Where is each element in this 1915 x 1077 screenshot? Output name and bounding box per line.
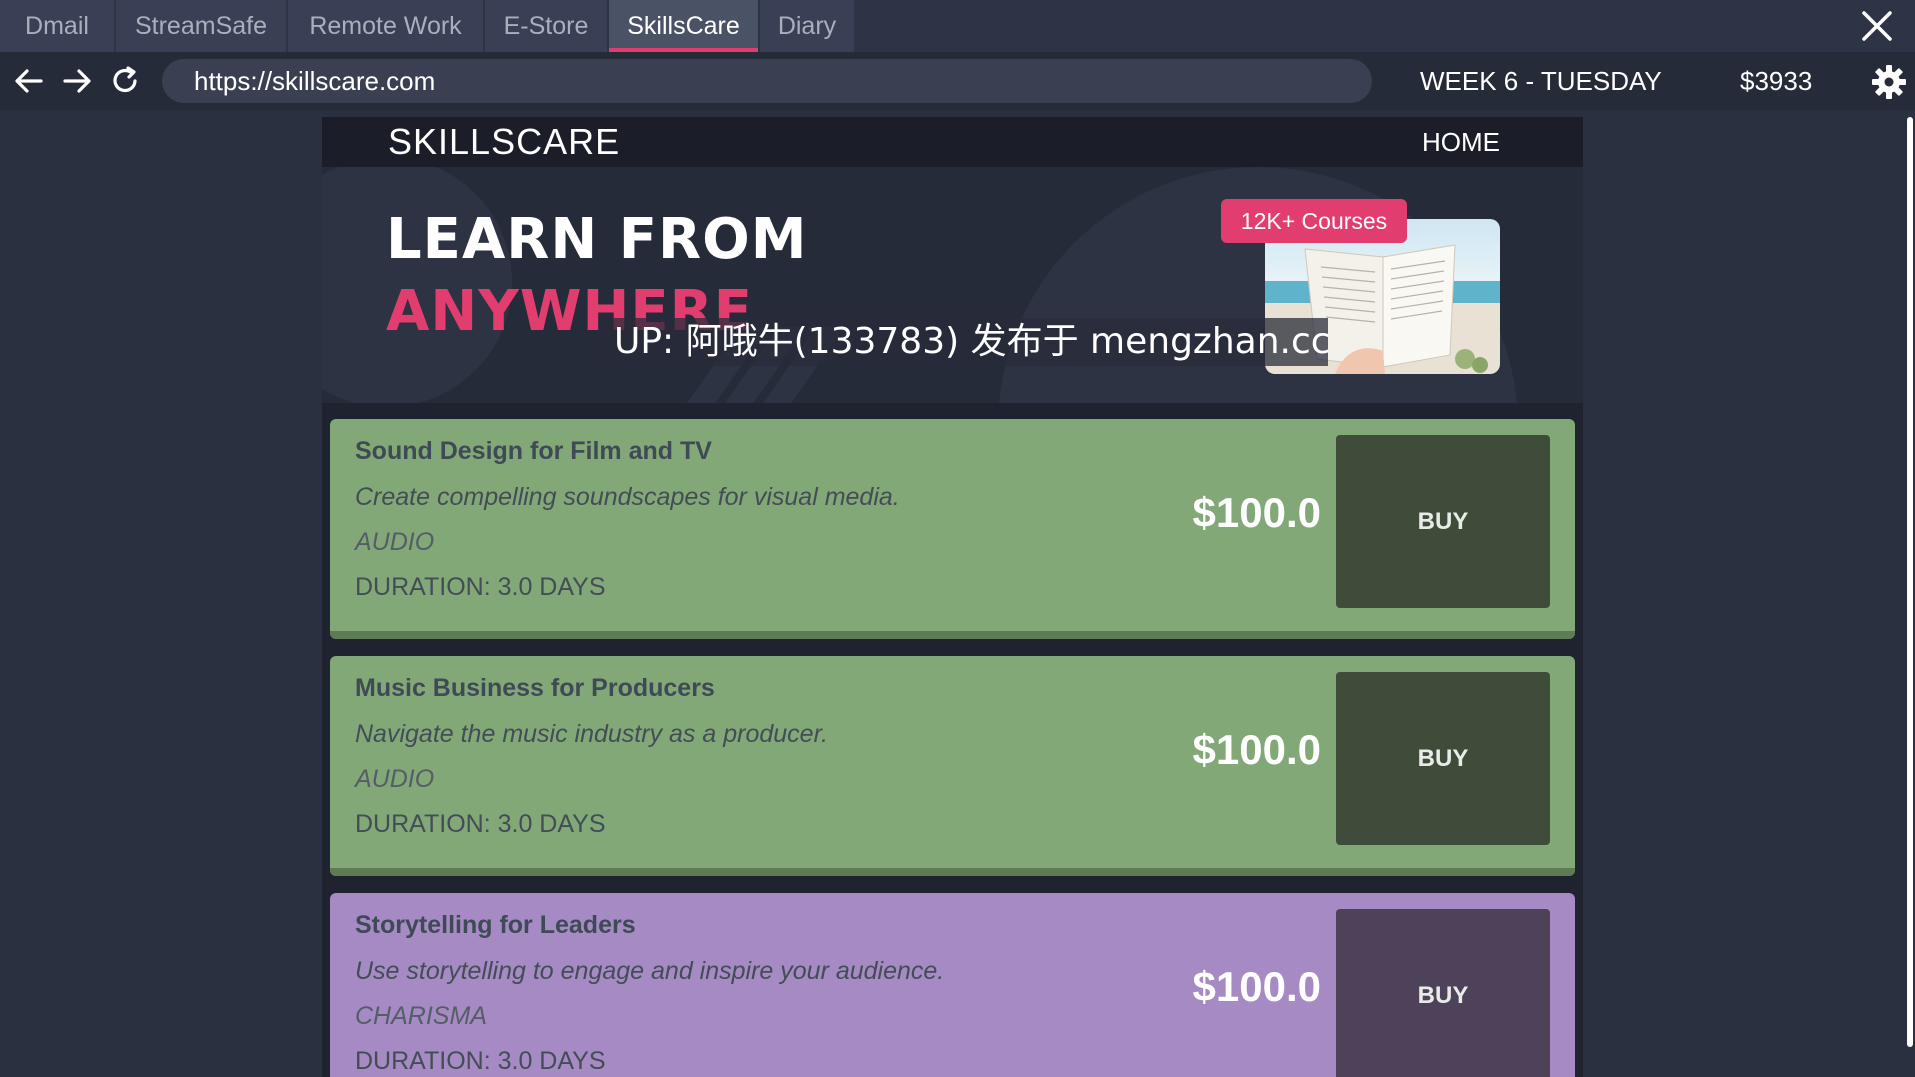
tab-bar: Dmail StreamSafe Remote Work E-Store Ski… xyxy=(0,0,1915,52)
close-icon xyxy=(1862,11,1892,41)
course-title: Storytelling for Leaders xyxy=(355,911,636,939)
url-bar[interactable]: https://skillscare.com xyxy=(162,59,1372,103)
scrollbar-thumb[interactable] xyxy=(1907,117,1913,1047)
tab-diary[interactable]: Diary xyxy=(760,0,856,52)
buy-button[interactable]: BUY xyxy=(1336,672,1550,845)
course-price: $100.0 xyxy=(1192,963,1321,1010)
web-page: SKILLSCARE HOME LEARN FROM ANYWHERE 12K+… xyxy=(322,117,1583,1077)
forward-icon[interactable] xyxy=(59,63,95,99)
course-card: Music Business for Producers Navigate th… xyxy=(330,656,1575,876)
site-logo[interactable]: SKILLSCARE xyxy=(388,117,620,167)
watermark-overlay: UP: 阿哦牛(133783) 发布于 mengzhan.cc xyxy=(604,318,1331,366)
reload-icon[interactable] xyxy=(107,63,143,99)
course-duration: DURATION: 3.0 DAYS xyxy=(355,1047,606,1075)
card-shadow xyxy=(330,631,1575,639)
course-category: CHARISMA xyxy=(355,1002,487,1030)
course-title: Music Business for Producers xyxy=(355,674,715,702)
course-category: AUDIO xyxy=(355,765,435,793)
tab-skillscare[interactable]: SkillsCare xyxy=(609,0,760,52)
tab-e-store[interactable]: E-Store xyxy=(485,0,609,52)
course-description: Create compelling soundscapes for visual… xyxy=(355,483,900,511)
gear-icon[interactable] xyxy=(1870,63,1908,101)
tab-remote-work[interactable]: Remote Work xyxy=(288,0,485,52)
buy-button[interactable]: BUY xyxy=(1336,435,1550,608)
hero-heading-line1: LEARN FROM xyxy=(386,207,808,272)
tab-streamsafe[interactable]: StreamSafe xyxy=(116,0,288,52)
course-card: Storytelling for Leaders Use storytellin… xyxy=(330,893,1575,1077)
close-button[interactable] xyxy=(1839,0,1915,52)
nav-home-link[interactable]: HOME xyxy=(1422,117,1500,167)
buy-button[interactable]: BUY xyxy=(1336,909,1550,1077)
site-header: SKILLSCARE HOME xyxy=(322,117,1583,167)
course-duration: DURATION: 3.0 DAYS xyxy=(355,573,606,601)
balance-label: $3933 xyxy=(1740,66,1813,96)
week-label: WEEK 6 - TUESDAY xyxy=(1420,66,1662,96)
course-price: $100.0 xyxy=(1192,726,1321,773)
course-category: AUDIO xyxy=(355,528,435,556)
hero-banner: LEARN FROM ANYWHERE 12K+ Courses xyxy=(322,167,1583,403)
course-price: $100.0 xyxy=(1192,489,1321,536)
course-description: Navigate the music industry as a produce… xyxy=(355,720,828,748)
course-description: Use storytelling to engage and inspire y… xyxy=(355,957,945,985)
courses-count-badge: 12K+ Courses xyxy=(1221,199,1407,243)
back-icon[interactable] xyxy=(11,63,47,99)
course-duration: DURATION: 3.0 DAYS xyxy=(355,810,606,838)
card-shadow xyxy=(330,868,1575,876)
browser-toolbar: https://skillscare.com WEEK 6 - TUESDAY … xyxy=(0,52,1915,110)
tab-dmail[interactable]: Dmail xyxy=(0,0,116,52)
course-title: Sound Design for Film and TV xyxy=(355,437,712,465)
course-card: Sound Design for Film and TV Create comp… xyxy=(330,419,1575,639)
